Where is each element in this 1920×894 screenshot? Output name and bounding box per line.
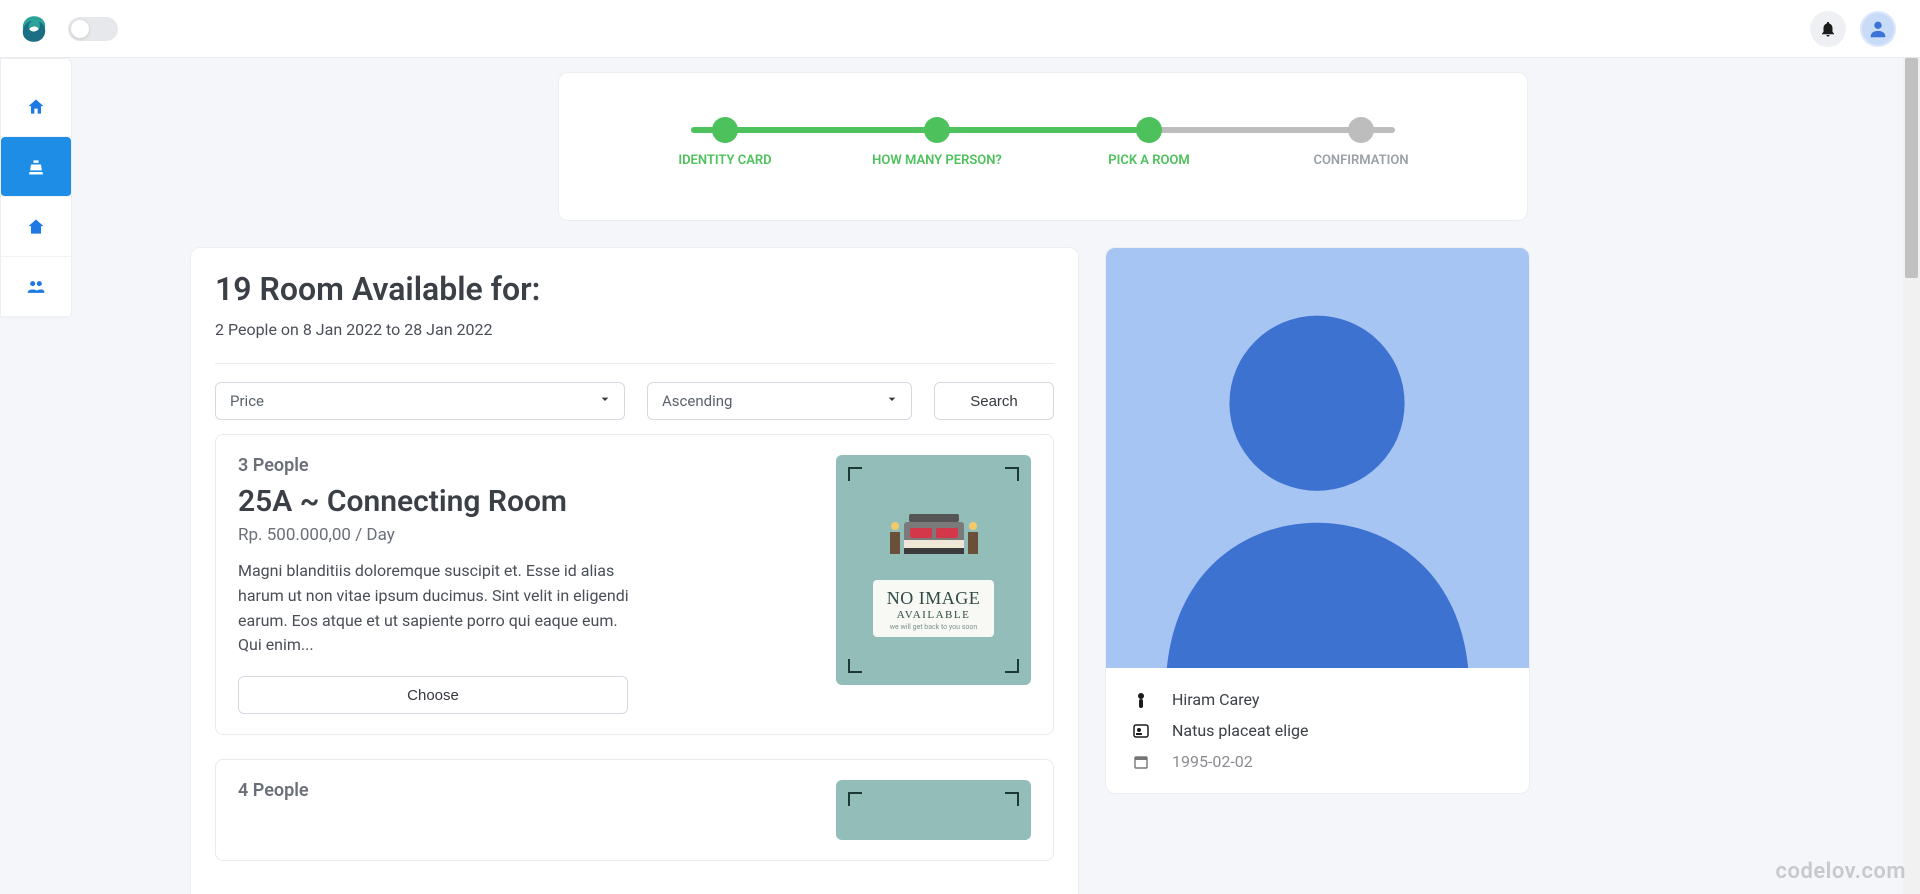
step-identity-card[interactable]: IDENTITY CARD: [619, 117, 831, 168]
room-description: Magni blanditiis doloremque suscipit et.…: [238, 559, 638, 658]
room-image-placeholder: [836, 780, 1031, 840]
bed-icon: [884, 504, 984, 564]
room-price: Rp. 500.000,00 / Day: [238, 525, 812, 545]
topbar: [0, 0, 1920, 58]
room-capacity: 3 People: [238, 455, 812, 476]
watermark: codelov.com: [1776, 859, 1906, 884]
profile-job-row: Natus placeat elige: [1132, 715, 1503, 746]
rooms-title: 19 Room Available for:: [215, 270, 1054, 308]
step-how-many[interactable]: HOW MANY PERSON?: [831, 117, 1043, 168]
customer-profile-card: Hiram Carey Natus placeat elige 1995-02-…: [1105, 247, 1530, 794]
booking-stepper: IDENTITY CARD HOW MANY PERSON? PICK A RO…: [619, 117, 1467, 168]
theme-toggle[interactable]: [68, 17, 118, 41]
user-avatar-icon: [1867, 18, 1889, 40]
step-confirmation[interactable]: CONFIRMATION: [1255, 117, 1467, 168]
no-image-label-small: AVAILABLE: [887, 609, 981, 621]
available-rooms-card: 19 Room Available for: 2 People on 8 Jan…: [190, 247, 1079, 894]
sidebar-item-home[interactable]: [1, 77, 71, 137]
profile-avatar: [1106, 248, 1529, 668]
room-capacity: 4 People: [238, 780, 812, 801]
search-button[interactable]: Search: [934, 382, 1054, 420]
notifications-button[interactable]: [1810, 11, 1846, 47]
step-pick-room[interactable]: PICK A ROOM: [1043, 117, 1255, 168]
bell-icon: [1819, 20, 1837, 38]
rooms-subtitle: 2 People on 8 Jan 2022 to 28 Jan 2022: [215, 320, 1054, 339]
sidebar-item-cashier[interactable]: [1, 137, 71, 197]
profile-name-row: Hiram Carey: [1132, 684, 1503, 715]
step-label: CONFIRMATION: [1313, 153, 1408, 168]
id-badge-icon: [1132, 724, 1150, 738]
people-icon: [25, 277, 47, 297]
stepper-card: IDENTITY CARD HOW MANY PERSON? PICK A RO…: [558, 72, 1528, 221]
profile-birth-row: 1995-02-02: [1132, 746, 1503, 777]
user-silhouette-icon: [1106, 248, 1529, 668]
room-card: 4 People: [215, 759, 1054, 861]
sort-direction-select[interactable]: Ascending: [647, 382, 912, 420]
cash-register-icon: [26, 157, 46, 177]
room-name: 25A ~ Connecting Room: [238, 484, 812, 519]
main-content: IDENTITY CARD HOW MANY PERSON? PICK A RO…: [72, 58, 1920, 894]
sort-field-select[interactable]: Price: [215, 382, 625, 420]
no-image-label-big: NO IMAGE: [887, 588, 981, 609]
profile-menu-button[interactable]: [1860, 11, 1896, 47]
filter-row: Price Ascending Search: [215, 382, 1054, 420]
sidebar-item-people[interactable]: [1, 257, 71, 317]
choose-room-button[interactable]: Choose: [238, 676, 628, 714]
room-card: 3 People 25A ~ Connecting Room Rp. 500.0…: [215, 434, 1054, 735]
person-icon: [1132, 692, 1150, 708]
sidebar-item-house[interactable]: [1, 197, 71, 257]
profile-job: Natus placeat elige: [1172, 721, 1308, 740]
profile-name: Hiram Carey: [1172, 690, 1259, 709]
step-label: HOW MANY PERSON?: [872, 153, 1002, 168]
sidebar: [0, 58, 72, 318]
room-image-placeholder: NO IMAGE AVAILABLE we will get back to y…: [836, 455, 1031, 685]
step-label: IDENTITY CARD: [678, 153, 771, 168]
calendar-icon: [1132, 755, 1150, 769]
house-user-icon: [26, 217, 46, 237]
no-image-label-tiny: we will get back to you soon: [887, 623, 981, 631]
step-label: PICK A ROOM: [1108, 153, 1190, 168]
home-icon: [26, 97, 46, 117]
app-logo: [18, 13, 50, 45]
profile-birthdate: 1995-02-02: [1172, 752, 1253, 771]
